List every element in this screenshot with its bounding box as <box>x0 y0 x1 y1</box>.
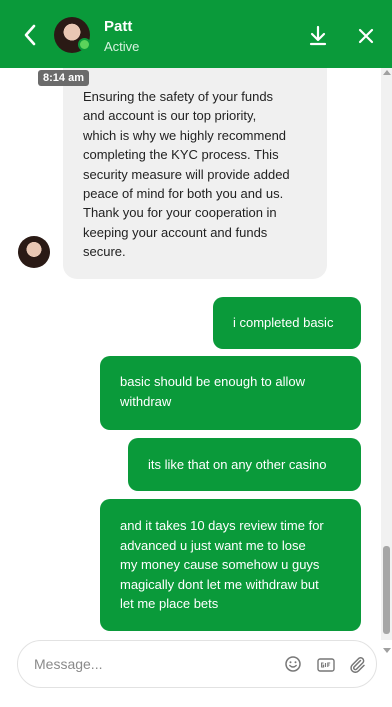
message-line: let me place bets <box>120 596 219 611</box>
message-line: security measure will provide added <box>83 166 290 182</box>
message-line: its like that on any other casino <box>148 457 327 472</box>
message-input[interactable] <box>34 654 264 674</box>
avatar <box>18 236 50 268</box>
message-line: completing the KYC process. This <box>83 147 279 163</box>
agent-name: Patt <box>104 18 133 35</box>
outgoing-message: basic should be enough to allow withdraw <box>100 356 361 430</box>
message-line: Ensuring the safety of your funds <box>83 89 274 104</box>
chevron-left-icon[interactable] <box>20 22 40 48</box>
chat-header: Patt Active <box>0 0 392 68</box>
message-line: withdraw <box>120 393 172 409</box>
message-line: magically dont let me withdraw but <box>120 576 319 592</box>
message-line: and it takes 10 days review time for <box>120 518 324 533</box>
agent-avatar <box>54 17 91 53</box>
outgoing-message: its like that on any other casino <box>128 438 361 491</box>
message-timestamp: 8:14 am <box>38 70 89 86</box>
paperclip-icon[interactable] <box>348 655 366 673</box>
message-line: peace of mind for both you and us. <box>83 186 284 202</box>
scroll-down-arrow-icon[interactable] <box>383 648 391 653</box>
message-list[interactable]: Ensuring the safety of your funds and ac… <box>0 68 380 640</box>
scrollbar-thumb[interactable] <box>383 546 390 634</box>
message-line: and account is our top priority, <box>83 108 257 124</box>
message-line: advanced u just want me to lose <box>120 537 306 553</box>
scroll-up-arrow-icon[interactable] <box>383 70 391 75</box>
message-line: Thank you for your cooperation in <box>83 205 277 221</box>
emoji-icon[interactable] <box>284 655 302 673</box>
online-indicator <box>78 38 91 51</box>
outgoing-message: i completed basic <box>213 297 361 349</box>
scrollbar[interactable] <box>381 68 392 653</box>
download-icon[interactable] <box>306 24 330 48</box>
outgoing-message: and it takes 10 days review time for adv… <box>100 499 361 631</box>
message-line: secure. <box>83 244 126 260</box>
message-line: my money cause somehow u guys <box>120 557 320 572</box>
message-line: keeping your account and funds <box>83 224 268 240</box>
message-line: basic should be enough to allow <box>120 374 306 389</box>
message-line: i completed basic <box>233 315 334 330</box>
message-composer <box>17 640 377 688</box>
gif-icon[interactable] <box>317 656 335 674</box>
incoming-message: Ensuring the safety of your funds and ac… <box>63 68 327 279</box>
message-line: which is why we highly recommend <box>83 127 287 143</box>
agent-status: Active <box>104 39 140 54</box>
close-icon[interactable] <box>355 25 377 47</box>
